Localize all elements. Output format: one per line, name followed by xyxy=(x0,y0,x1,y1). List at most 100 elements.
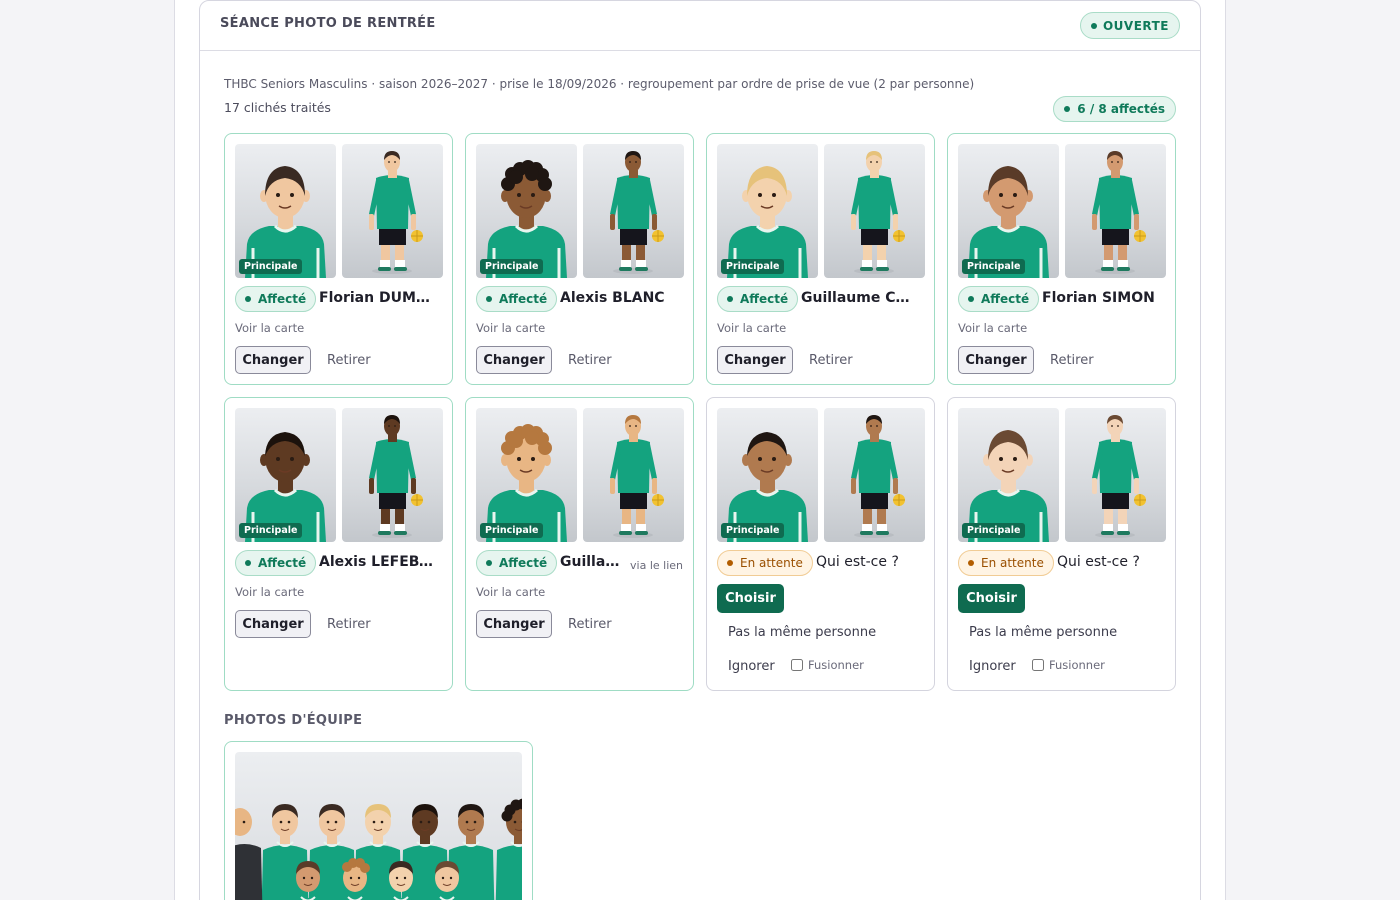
remove-button[interactable]: Retirer xyxy=(327,353,371,368)
assignment-source: via le lien xyxy=(630,559,683,572)
ignore-button[interactable]: Ignorer xyxy=(728,659,775,674)
merge-option[interactable]: Fusionner xyxy=(791,658,864,672)
full-body-photo[interactable] xyxy=(1065,144,1166,278)
not-same-person-button[interactable]: Pas la même personne xyxy=(728,625,876,640)
assigned-summary-label: 6 / 8 affectés xyxy=(1077,102,1165,116)
see-card-link[interactable]: Voir la carte xyxy=(235,321,304,335)
see-card-link[interactable]: Voir la carte xyxy=(476,321,545,335)
merge-label: Fusionner xyxy=(1049,658,1105,672)
player-name: Guillaume CHEV... xyxy=(801,290,919,306)
panel-header: SÉANCE PHOTO DE RENTRÉE OUVERTE xyxy=(200,1,1200,51)
photo-card: Principale Affecté Alexis LEFEBVRE Voir … xyxy=(224,397,453,691)
session-meta: THBC Seniors Masculins · saison 2026–202… xyxy=(224,77,975,91)
full-body-photo[interactable] xyxy=(583,408,684,542)
photo-card: Principale Affecté Florian SIMON Voir la… xyxy=(947,133,1176,385)
status-dot-icon xyxy=(486,296,492,302)
status-dot-icon xyxy=(1090,22,1097,29)
merge-option[interactable]: Fusionner xyxy=(1032,658,1105,672)
assigned-badge: Affecté xyxy=(958,286,1040,312)
see-card-link[interactable]: Voir la carte xyxy=(476,585,545,599)
player-name: Alexis BLANC xyxy=(560,290,665,306)
status-dot-icon xyxy=(727,296,733,302)
remove-button[interactable]: Retirer xyxy=(327,617,371,632)
session-status-label: OUVERTE xyxy=(1102,18,1169,33)
portrait-photo[interactable]: Principale xyxy=(958,144,1059,278)
remove-button[interactable]: Retirer xyxy=(809,353,853,368)
unknown-player-name: Qui est-ce ? xyxy=(816,554,899,570)
remove-button[interactable]: Retirer xyxy=(568,617,612,632)
processed-count: 17 clichés traités xyxy=(224,100,331,115)
photo-card: Principale Affecté Guillaume CHEV... xyxy=(706,133,935,385)
pending-label: En attente xyxy=(740,556,803,570)
status-dot-icon xyxy=(245,296,251,302)
full-body-photo[interactable] xyxy=(583,144,684,278)
photo-card: Principale Affecté Florian DUMONT Voir l… xyxy=(224,133,453,385)
assigned-badge: Affecté xyxy=(235,286,317,312)
assigned-label: Affecté xyxy=(981,292,1030,306)
session-status-badge: OUVERTE xyxy=(1079,12,1180,39)
portrait-photo[interactable]: Principale xyxy=(235,408,336,542)
photo-session-panel: SÉANCE PHOTO DE RENTRÉE OUVERTE THBC Sen… xyxy=(199,0,1201,900)
status-dot-icon xyxy=(245,560,251,566)
assigned-label: Affecté xyxy=(499,292,548,306)
principal-tag: Principale xyxy=(962,259,1026,274)
portrait-photo[interactable]: Principale xyxy=(717,144,818,278)
team-photos-heading: PHOTOS D'ÉQUIPE xyxy=(224,713,363,728)
principal-tag: Principale xyxy=(721,259,785,274)
merge-checkbox[interactable] xyxy=(791,659,803,671)
not-same-person-button[interactable]: Pas la même personne xyxy=(969,625,1117,640)
pending-label: En attente xyxy=(981,556,1044,570)
player-name: Alexis LEFEBVRE xyxy=(319,554,437,570)
full-body-photo[interactable] xyxy=(824,144,925,278)
remove-button[interactable]: Retirer xyxy=(568,353,612,368)
principal-tag: Principale xyxy=(480,259,544,274)
portrait-photo[interactable]: Principale xyxy=(235,144,336,278)
merge-checkbox[interactable] xyxy=(1032,659,1044,671)
see-card-link[interactable]: Voir la carte xyxy=(235,585,304,599)
photo-card: Principale Affecté Guillau... via le lie… xyxy=(465,397,694,691)
pending-badge: En attente xyxy=(958,550,1054,576)
full-body-photo[interactable] xyxy=(342,144,443,278)
full-body-photo[interactable] xyxy=(342,408,443,542)
photo-card: Principale Affecté Alexis BLANC Voir la … xyxy=(465,133,694,385)
change-button[interactable]: Changer xyxy=(476,346,552,374)
change-button[interactable]: Changer xyxy=(717,346,793,374)
ignore-button[interactable]: Ignorer xyxy=(969,659,1016,674)
principal-tag: Principale xyxy=(480,523,544,538)
pending-badge: En attente xyxy=(717,550,813,576)
change-button[interactable]: Changer xyxy=(235,346,311,374)
change-button[interactable]: Changer xyxy=(476,610,552,638)
assigned-label: Affecté xyxy=(499,556,548,570)
full-body-photo[interactable] xyxy=(824,408,925,542)
player-name: Guillau... xyxy=(560,554,628,570)
portrait-photo[interactable]: Principale xyxy=(717,408,818,542)
unknown-player-name: Qui est-ce ? xyxy=(1057,554,1140,570)
team-photo-illustration xyxy=(235,798,522,900)
assigned-badge: Affecté xyxy=(235,550,317,576)
see-card-link[interactable]: Voir la carte xyxy=(717,321,786,335)
choose-button[interactable]: Choisir xyxy=(958,584,1025,613)
team-photo-card[interactable] xyxy=(224,741,533,900)
portrait-photo[interactable]: Principale xyxy=(476,144,577,278)
player-name: Florian DUMONT xyxy=(319,290,437,306)
assigned-label: Affecté xyxy=(258,556,307,570)
portrait-photo[interactable]: Principale xyxy=(476,408,577,542)
portrait-photo[interactable]: Principale xyxy=(958,408,1059,542)
photo-card: Principale En attente Qui est-ce ? Chois… xyxy=(947,397,1176,691)
principal-tag: Principale xyxy=(239,259,303,274)
principal-tag: Principale xyxy=(962,523,1026,538)
session-title: SÉANCE PHOTO DE RENTRÉE xyxy=(220,16,436,31)
see-card-link[interactable]: Voir la carte xyxy=(958,321,1027,335)
status-dot-icon xyxy=(968,296,974,302)
choose-button[interactable]: Choisir xyxy=(717,584,784,613)
change-button[interactable]: Changer xyxy=(958,346,1034,374)
photo-card: Principale En attente Qui est-ce ? Chois… xyxy=(706,397,935,691)
remove-button[interactable]: Retirer xyxy=(1050,353,1094,368)
assigned-badge: Affecté xyxy=(717,286,799,312)
principal-tag: Principale xyxy=(721,523,785,538)
assigned-badge: Affecté xyxy=(476,550,558,576)
full-body-photo[interactable] xyxy=(1065,408,1166,542)
team-photo-image[interactable] xyxy=(235,752,522,900)
change-button[interactable]: Changer xyxy=(235,610,311,638)
assigned-badge: Affecté xyxy=(476,286,558,312)
